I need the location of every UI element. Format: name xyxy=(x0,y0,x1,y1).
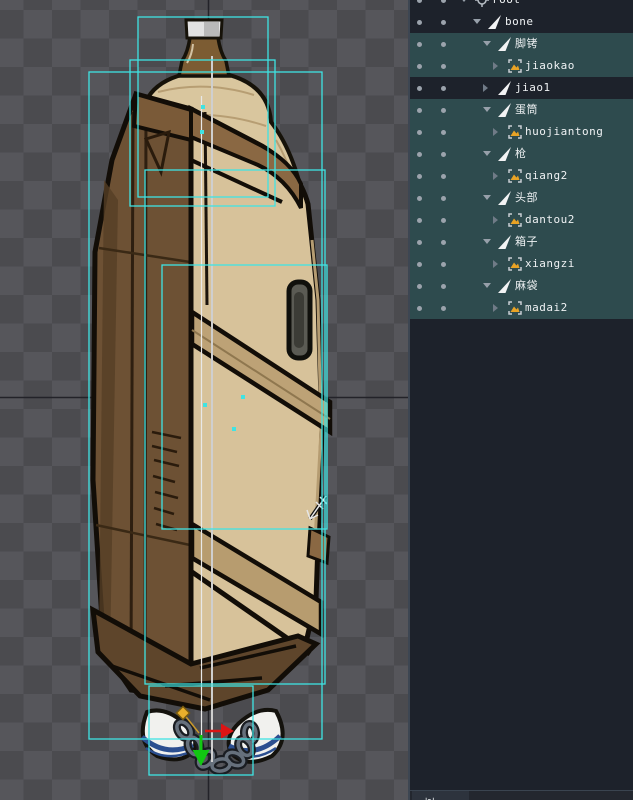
tree-row-madai2[interactable]: madai2 xyxy=(410,297,633,319)
chevron-down-icon[interactable] xyxy=(473,19,481,24)
tree-row-label: 蛋筒 xyxy=(515,99,538,121)
tree-row-label: 麻袋 xyxy=(515,275,538,297)
visibility-dot[interactable] xyxy=(417,130,422,135)
tree-row-label: 头部 xyxy=(515,187,538,209)
tree-row-label: dantou2 xyxy=(525,209,575,231)
selection-dot[interactable] xyxy=(441,262,446,267)
chevron-right-icon[interactable] xyxy=(493,128,498,136)
chevron-right-icon[interactable] xyxy=(483,84,488,92)
tree-panel: rootbone脚铐jiaokaojiao1蛋筒huojiantong枪qian… xyxy=(408,0,633,800)
visibility-dot[interactable] xyxy=(417,196,422,201)
spine-editor-window: rootbone脚铐jiaokaojiao1蛋筒huojiantong枪qian… xyxy=(0,0,633,800)
selection-dot[interactable] xyxy=(441,42,446,47)
tree-row-label: jiaokao xyxy=(525,55,575,77)
tree-row-bone[interactable]: bone xyxy=(410,11,633,33)
selection-dot[interactable] xyxy=(441,306,446,311)
tree-row-label: 枪 xyxy=(515,143,527,165)
tree-row-label: bone xyxy=(505,11,534,33)
selection-dot[interactable] xyxy=(441,86,446,91)
tree-row-jiaokao[interactable]: jiaokao xyxy=(410,55,633,77)
tree-row-label: huojiantong xyxy=(525,121,603,143)
tree-row-root[interactable]: root xyxy=(410,0,633,11)
selection-dot[interactable] xyxy=(441,108,446,113)
tree-row-箱子[interactable]: 箱子 xyxy=(410,231,633,253)
viewport-canvas[interactable] xyxy=(0,0,408,800)
tree-list: rootbone脚铐jiaokaojiao1蛋筒huojiantong枪qian… xyxy=(410,0,633,319)
selection-dot[interactable] xyxy=(441,218,446,223)
tree-row-label: madai2 xyxy=(525,297,568,319)
visibility-dot[interactable] xyxy=(417,0,422,3)
vertex-handle[interactable] xyxy=(203,403,207,407)
visibility-dot[interactable] xyxy=(417,86,422,91)
tree-row-label: xiangzi xyxy=(525,253,575,275)
tree-row-qiang2[interactable]: qiang2 xyxy=(410,165,633,187)
tree-tab[interactable]: 树 xyxy=(412,791,469,800)
chevron-down-icon[interactable] xyxy=(460,0,468,2)
selection-dot[interactable] xyxy=(441,20,446,25)
chevron-right-icon[interactable] xyxy=(493,260,498,268)
selection-dot[interactable] xyxy=(441,64,446,69)
tree-row-头部[interactable]: 头部 xyxy=(410,187,633,209)
tree-row-xiangzi[interactable]: xiangzi xyxy=(410,253,633,275)
visibility-dot[interactable] xyxy=(417,306,422,311)
chevron-down-icon[interactable] xyxy=(483,41,491,46)
visibility-dot[interactable] xyxy=(417,20,422,25)
tree-row-label: jiao1 xyxy=(515,77,551,99)
visibility-dot[interactable] xyxy=(417,108,422,113)
chevron-right-icon[interactable] xyxy=(493,304,498,312)
tree-row-dantou2[interactable]: dantou2 xyxy=(410,209,633,231)
selection-dot[interactable] xyxy=(441,0,446,3)
vertex-handle[interactable] xyxy=(241,395,245,399)
chevron-down-icon[interactable] xyxy=(483,283,491,288)
visibility-dot[interactable] xyxy=(417,284,422,289)
vertex-handle[interactable] xyxy=(200,130,204,134)
bottle-sprite[interactable] xyxy=(179,20,229,76)
chevron-right-icon[interactable] xyxy=(493,172,498,180)
visibility-dot[interactable] xyxy=(417,262,422,267)
panel-bottom-strip: 树 xyxy=(410,790,633,800)
tree-row-label: qiang2 xyxy=(525,165,568,187)
tree-row-脚铐[interactable]: 脚铐 xyxy=(410,33,633,55)
tree-tab-label: 树 xyxy=(424,795,469,800)
visibility-dot[interactable] xyxy=(417,240,422,245)
chevron-down-icon[interactable] xyxy=(483,239,491,244)
chevron-down-icon[interactable] xyxy=(483,195,491,200)
tree-row-麻袋[interactable]: 麻袋 xyxy=(410,275,633,297)
vertex-handle[interactable] xyxy=(232,427,236,431)
selection-dot[interactable] xyxy=(441,196,446,201)
chevron-down-icon[interactable] xyxy=(483,107,491,112)
tree-row-huojiantong[interactable]: huojiantong xyxy=(410,121,633,143)
tree-row-蛋筒[interactable]: 蛋筒 xyxy=(410,99,633,121)
tree-row-枪[interactable]: 枪 xyxy=(410,143,633,165)
selection-dot[interactable] xyxy=(441,240,446,245)
visibility-dot[interactable] xyxy=(417,64,422,69)
tree-row-label: 脚铐 xyxy=(515,33,538,55)
tree-row-jiao1[interactable]: jiao1 xyxy=(410,77,633,99)
chevron-down-icon[interactable] xyxy=(483,151,491,156)
visibility-dot[interactable] xyxy=(417,152,422,157)
visibility-dot[interactable] xyxy=(417,42,422,47)
selection-dot[interactable] xyxy=(441,284,446,289)
chevron-right-icon[interactable] xyxy=(493,216,498,224)
chevron-right-icon[interactable] xyxy=(493,62,498,70)
selection-dot[interactable] xyxy=(441,130,446,135)
vertex-handle[interactable] xyxy=(201,105,205,109)
visibility-dot[interactable] xyxy=(417,218,422,223)
selection-dot[interactable] xyxy=(441,174,446,179)
selection-dot[interactable] xyxy=(441,152,446,157)
tree-row-label: 箱子 xyxy=(515,231,538,253)
tree-row-label: root xyxy=(492,0,521,11)
visibility-dot[interactable] xyxy=(417,174,422,179)
